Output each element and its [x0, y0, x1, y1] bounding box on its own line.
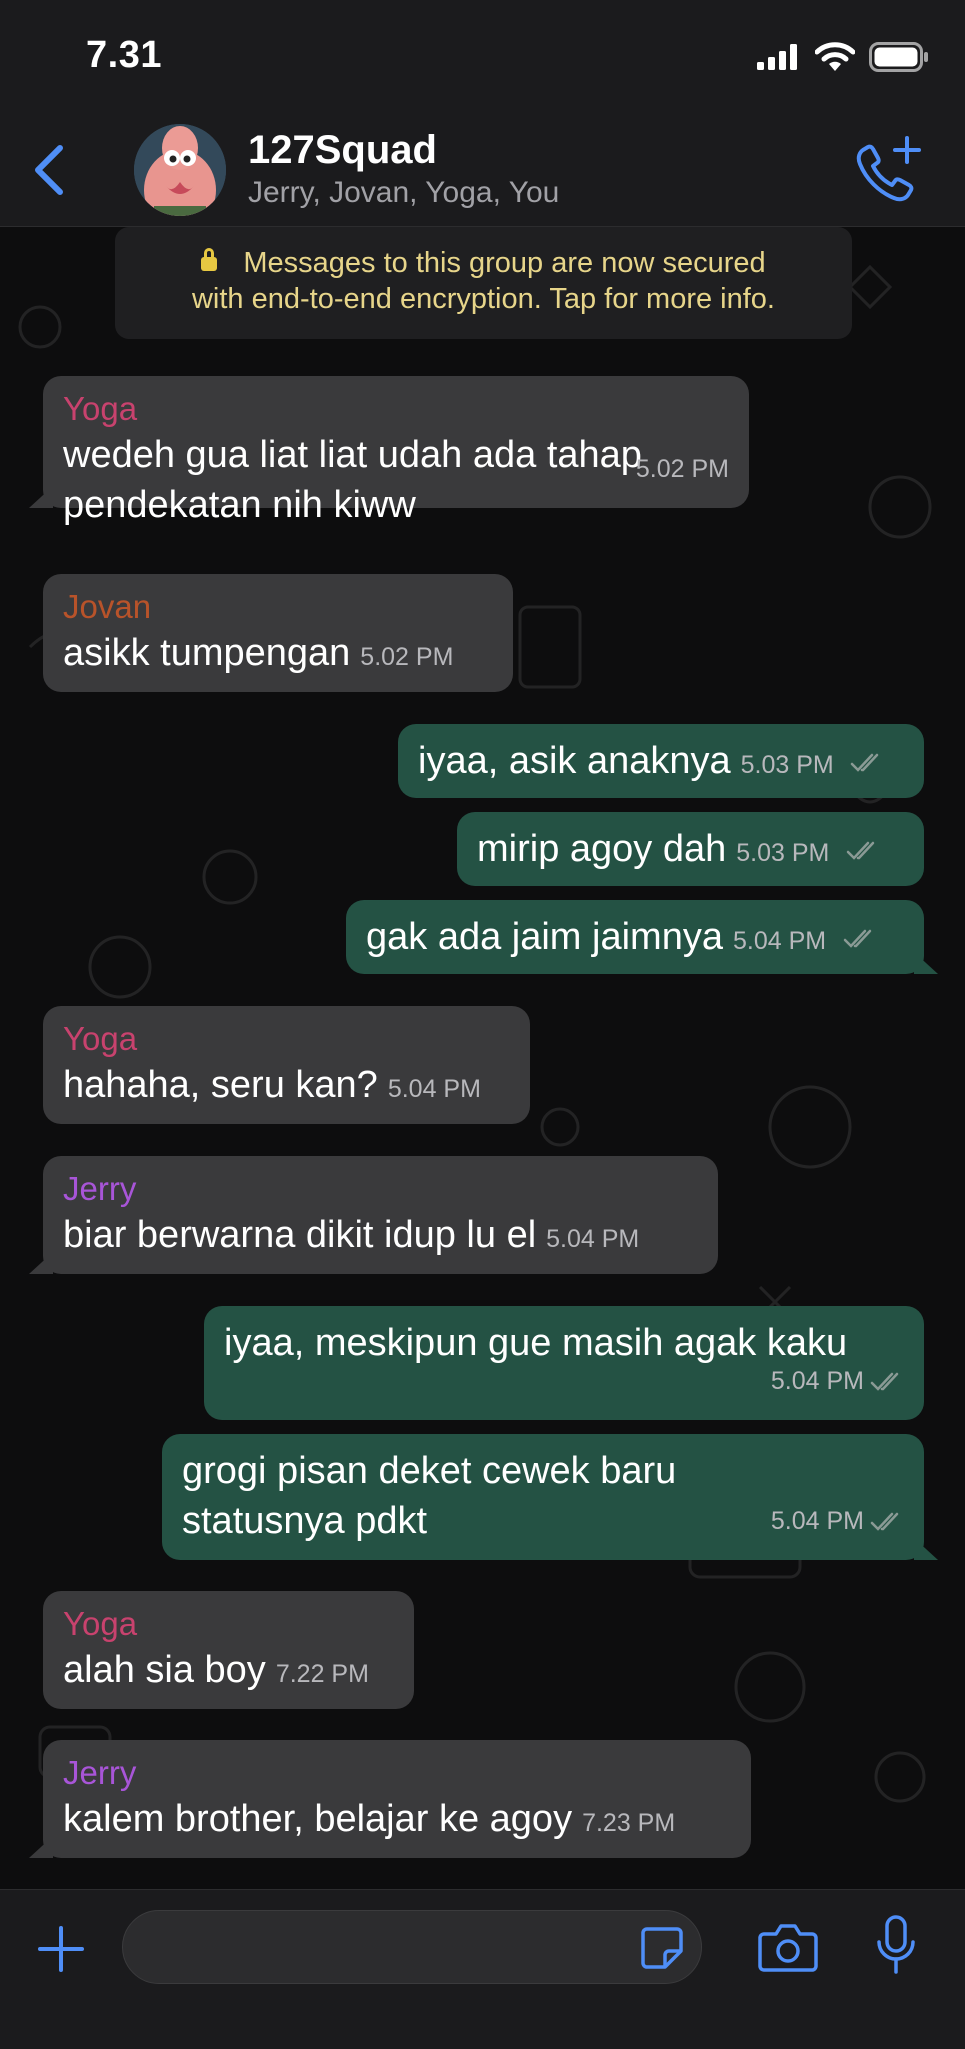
- message-time: 5.03 PM: [736, 839, 830, 867]
- camera-icon[interactable]: [758, 1920, 818, 1972]
- group-avatar[interactable]: [134, 124, 226, 216]
- add-call-icon[interactable]: [851, 132, 925, 206]
- sender-name: Jerry: [63, 1754, 137, 1791]
- chat-header: 127Squad Jerry, Jovan, Yoga, You: [0, 118, 965, 227]
- status-time: 7.31: [86, 34, 162, 76]
- message-time: 5.04 PM: [771, 1356, 904, 1406]
- notice-line-1: Messages to this group are now secured: [243, 247, 766, 279]
- sender-name: Jovan: [63, 588, 152, 625]
- read-receipt-icon: [846, 841, 875, 860]
- message-time: 7.23 PM: [582, 1809, 676, 1837]
- plus-icon[interactable]: [36, 1924, 86, 1974]
- message-text: iyaa, asik anaknya: [418, 740, 731, 782]
- message-time: 5.04 PM: [732, 927, 827, 955]
- message-text: biar berwarna dikit idup lu el: [63, 1214, 537, 1256]
- read-receipt-icon: [843, 929, 871, 948]
- status-bar: 7.31: [0, 0, 965, 118]
- message-text: alah sia boy: [63, 1649, 266, 1691]
- message-input[interactable]: [122, 1910, 702, 1984]
- message-bubble[interactable]: iyaa, asik anaknya 5.03 PM: [398, 724, 924, 798]
- message-bubble[interactable]: Yoga alah sia boy 7.22 PM: [43, 1591, 414, 1709]
- message-bubble[interactable]: grogi pisan deket cewek baru statusnya p…: [162, 1434, 938, 1560]
- battery-icon: [869, 42, 928, 72]
- sender-name: Yoga: [63, 390, 138, 427]
- message-text: hahaha, seru kan?: [63, 1064, 378, 1106]
- message-time: 5.02 PM: [635, 455, 729, 483]
- message-text: statusnya pdkt: [182, 1500, 428, 1542]
- composer-bar: [0, 1889, 965, 2049]
- sender-name: Yoga: [63, 1605, 138, 1642]
- sticker-icon[interactable]: [639, 1925, 685, 1971]
- status-icons: [757, 42, 929, 72]
- lock-icon: [201, 248, 218, 271]
- sender-name: Yoga: [63, 1020, 138, 1057]
- bubble-tail: [29, 486, 53, 508]
- message-bubble[interactable]: Jerry biar berwarna dikit idup lu el 5.04…: [29, 1156, 718, 1274]
- message-text: gak ada jaim jaimnya: [366, 916, 723, 958]
- message-time: 7.22 PM: [275, 1660, 369, 1688]
- wifi-icon: [815, 42, 855, 71]
- message-bubble[interactable]: Jerry kalem brother, belajar ke agoy 7.23…: [29, 1740, 751, 1858]
- message-text: iyaa, meskipun gue masih agak kaku: [224, 1322, 848, 1364]
- message-bubble[interactable]: iyaa, meskipun gue masih agak kaku 5.04 …: [204, 1306, 924, 1420]
- signal-icon: [757, 44, 797, 70]
- message-text: asikk tumpengan: [63, 632, 351, 674]
- encryption-notice[interactable]: Messages to this group are now secured w…: [115, 227, 852, 339]
- group-members[interactable]: Jerry, Jovan, Yoga, You: [248, 176, 559, 210]
- bubble-tail: [29, 1836, 53, 1858]
- message-bubble[interactable]: Yoga hahaha, seru kan? 5.04 PM: [43, 1006, 530, 1124]
- avatar-image: [134, 124, 226, 216]
- chevron-left-icon[interactable]: [28, 140, 72, 200]
- message-time: 5.03 PM: [740, 751, 834, 779]
- bubble-tail: [914, 952, 938, 974]
- microphone-icon[interactable]: [874, 1914, 918, 1978]
- message-text: wedeh gua liat liat udah ada tahap: [63, 434, 642, 476]
- message-bubble[interactable]: Jovan asikk tumpengan 5.02 PM: [43, 574, 513, 692]
- message-text: pendekatan nih kiww: [63, 484, 416, 526]
- message-list[interactable]: Messages to this group are now secured w…: [0, 227, 965, 1889]
- message-text: grogi pisan deket cewek baru: [182, 1450, 677, 1492]
- message-time: 5.04 PM: [546, 1225, 640, 1253]
- message-text: mirip agoy dah: [477, 828, 727, 870]
- group-title[interactable]: 127Squad: [248, 128, 437, 173]
- notice-line-2: with end-to-end encryption. Tap for more…: [191, 283, 775, 315]
- message-bubble[interactable]: gak ada jaim jaimnya 5.04 PM: [346, 900, 938, 974]
- message-bubble[interactable]: Yoga wedeh gua liat liat udah ada tahap …: [29, 376, 749, 526]
- message-time: 5.04 PM: [387, 1075, 481, 1103]
- read-receipt-icon: [870, 1513, 899, 1532]
- sender-name: Jerry: [63, 1170, 137, 1207]
- bubble-tail: [914, 1538, 938, 1560]
- read-receipt-icon: [870, 1373, 899, 1392]
- message-text: kalem brother, belajar ke agoy: [63, 1798, 573, 1840]
- message-time: 5.02 PM: [360, 643, 454, 671]
- bubble-tail: [29, 1252, 53, 1274]
- message-bubble[interactable]: mirip agoy dah 5.03 PM: [457, 812, 924, 886]
- read-receipt-icon: [851, 753, 879, 772]
- message-time: 5.04 PM: [771, 1496, 904, 1546]
